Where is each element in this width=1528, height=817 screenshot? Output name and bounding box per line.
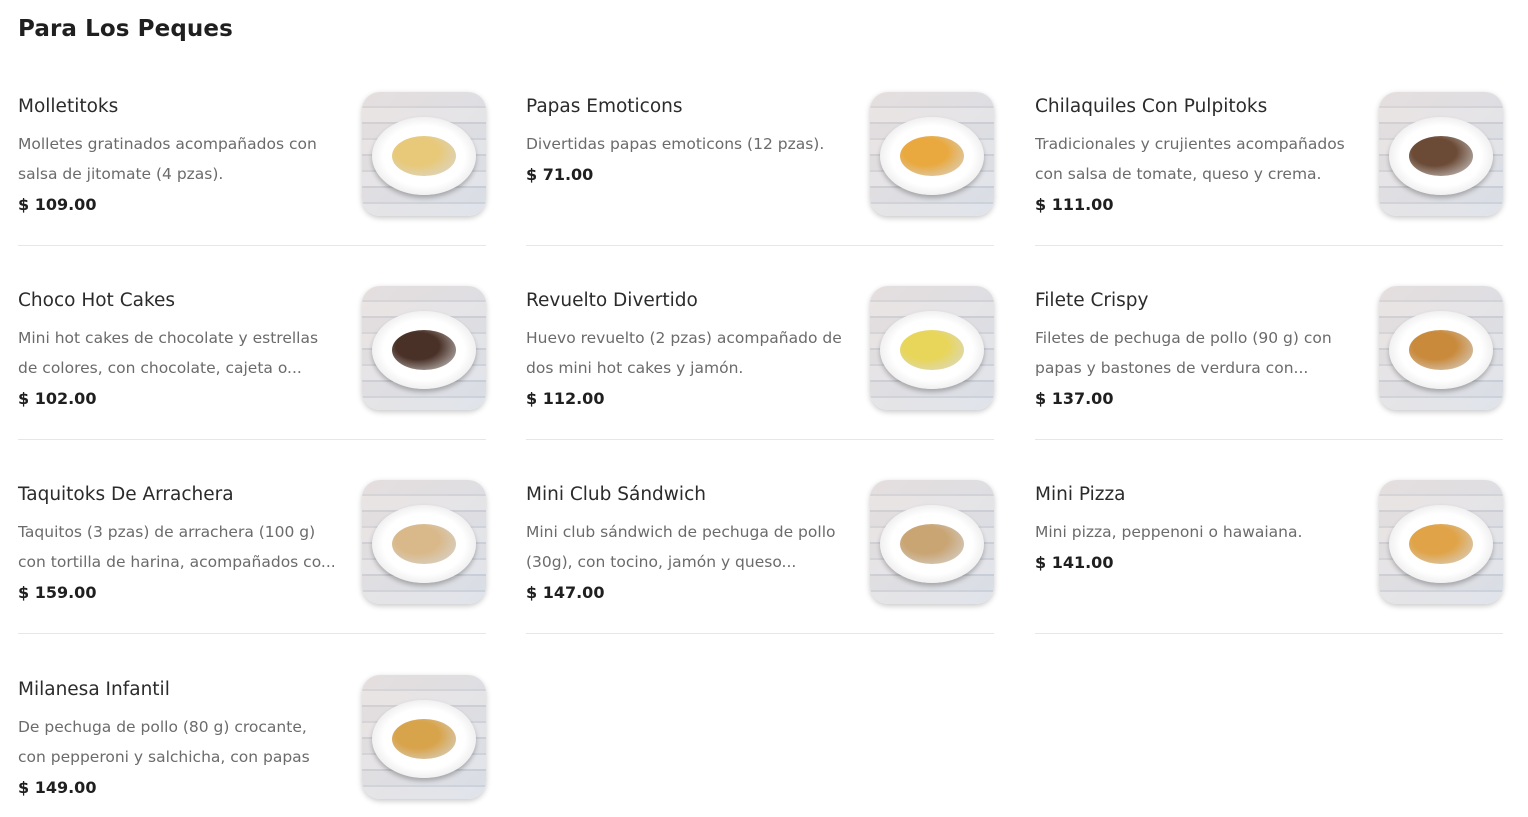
item-price: $ 149.00 (18, 778, 97, 797)
item-price: $ 109.00 (18, 195, 97, 214)
filete-photo[interactable] (1379, 286, 1503, 410)
item-description: Molletes gratinados acompañados con sals… (18, 135, 317, 183)
menu-item-card[interactable]: Chilaquiles Con Pulpitoks Tradicionales … (1035, 78, 1503, 246)
item-name: Choco Hot Cakes (18, 290, 176, 311)
pizza-photo[interactable] (1379, 480, 1503, 604)
menu-item-card[interactable]: Revuelto Divertido Huevo revuelto (2 pza… (526, 272, 994, 440)
item-name: Revuelto Divertido (526, 290, 698, 311)
menu-item-card[interactable]: Filete Crispy Filetes de pechuga de poll… (1035, 272, 1503, 440)
item-price: $ 71.00 (526, 165, 594, 184)
chilaquiles-photo[interactable] (1379, 92, 1503, 216)
hotcakes-photo[interactable] (362, 286, 486, 410)
menu-item-card[interactable]: Mini Club Sándwich Mini club sándwich de… (526, 466, 994, 634)
item-description: Filetes de pechuga de pollo (90 g) con p… (1035, 329, 1332, 377)
menu-item-card[interactable]: Papas Emoticons Divertidas papas emotico… (526, 78, 994, 246)
sandwich-photo[interactable] (870, 480, 994, 604)
menu-item-card[interactable]: Mini Pizza Mini pizza, peppenoni o hawai… (1035, 466, 1503, 634)
item-name: Molletitoks (18, 96, 119, 117)
item-price: $ 102.00 (18, 389, 97, 408)
item-description: Tradicionales y crujientes acompañados c… (1035, 135, 1345, 183)
item-description: Mini hot cakes de chocolate y estrellas … (18, 329, 319, 377)
item-name: Mini Pizza (1035, 484, 1126, 505)
item-name: Papas Emoticons (526, 96, 683, 117)
milanesa-photo[interactable] (362, 675, 486, 799)
item-description: De pechuga de pollo (80 g) crocante, con… (18, 718, 310, 766)
item-description: Huevo revuelto (2 pzas) acompañado de do… (526, 329, 842, 377)
item-name: Chilaquiles Con Pulpitoks (1035, 96, 1268, 117)
papas-photo[interactable] (870, 92, 994, 216)
item-name: Milanesa Infantil (18, 679, 170, 700)
menu-item-card[interactable]: Choco Hot Cakes Mini hot cakes de chocol… (18, 272, 486, 440)
item-description: Taquitos (3 pzas) de arrachera (100 g) c… (18, 523, 336, 571)
menu-item-card[interactable]: Molletitoks Molletes gratinados acompaña… (18, 78, 486, 246)
item-name: Taquitoks De Arrachera (18, 484, 234, 505)
menu-item-card[interactable]: Taquitoks De Arrachera Taquitos (3 pzas)… (18, 466, 486, 634)
item-price: $ 159.00 (18, 583, 97, 602)
taquitos-photo[interactable] (362, 480, 486, 604)
revuelto-photo[interactable] (870, 286, 994, 410)
section-title: Para Los Peques (18, 16, 233, 42)
item-price: $ 112.00 (526, 389, 605, 408)
item-description: Mini club sándwich de pechuga de pollo (… (526, 523, 836, 571)
item-price: $ 147.00 (526, 583, 605, 602)
item-description: Divertidas papas emoticons (12 pzas). (526, 135, 825, 153)
item-description: Mini pizza, peppenoni o hawaiana. (1035, 523, 1303, 541)
molletes-photo[interactable] (362, 92, 486, 216)
item-name: Mini Club Sándwich (526, 484, 706, 505)
item-price: $ 141.00 (1035, 553, 1114, 572)
item-name: Filete Crispy (1035, 290, 1149, 311)
item-price: $ 137.00 (1035, 389, 1114, 408)
item-price: $ 111.00 (1035, 195, 1114, 214)
menu-item-card[interactable]: Milanesa Infantil De pechuga de pollo (8… (18, 661, 486, 817)
